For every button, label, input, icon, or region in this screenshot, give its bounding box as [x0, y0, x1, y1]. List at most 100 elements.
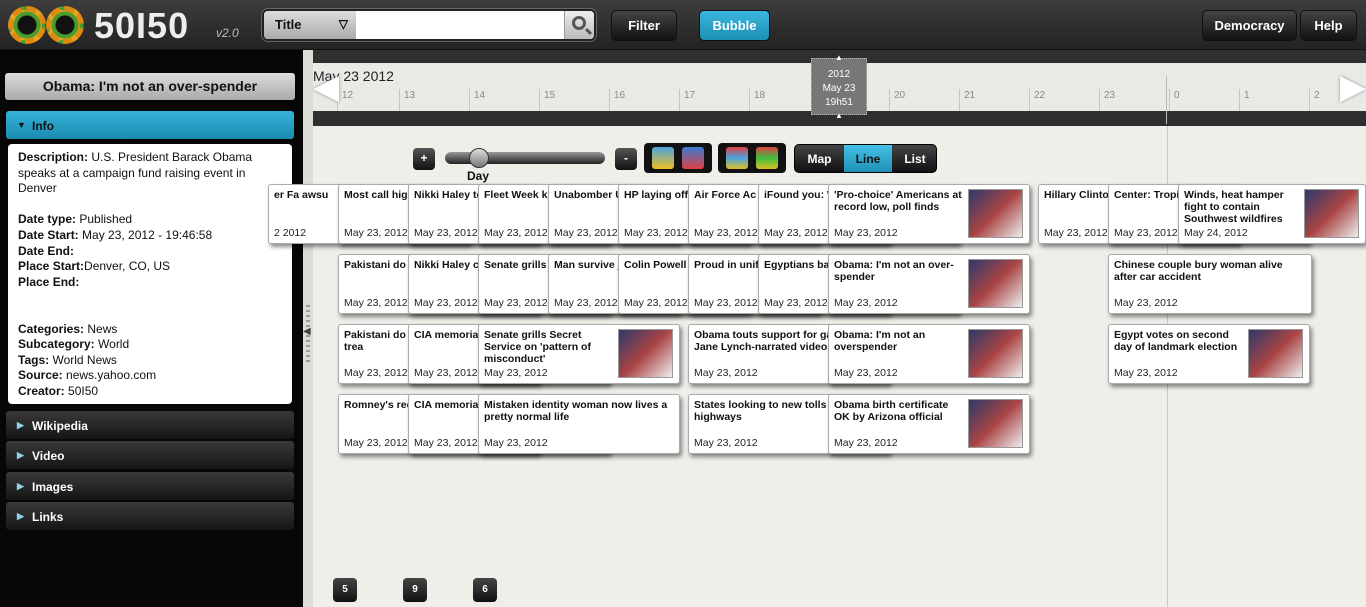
sidebar-splitter[interactable]: ◀: [303, 50, 313, 607]
card-thumbnail: [968, 329, 1023, 378]
card-date: May 23, 2012: [414, 227, 478, 239]
timeline-tick: 23: [1099, 89, 1115, 111]
collapse-arrow-icon[interactable]: ◀: [303, 326, 311, 337]
tags-value: World News: [52, 352, 117, 367]
card-date: May 23, 2012: [344, 367, 408, 379]
card-date: May 23, 2012: [1114, 297, 1178, 309]
triangle-right-icon: ▶: [17, 450, 24, 460]
help-button[interactable]: Help: [1300, 10, 1357, 41]
app-version: v2.0: [216, 26, 239, 40]
cursor-date: May 23: [822, 83, 856, 94]
card-date: May 23, 2012: [554, 227, 618, 239]
card-date: May 23, 2012: [764, 297, 828, 309]
card-date: May 23, 2012: [694, 367, 758, 379]
card-date: May 23, 2012: [484, 227, 548, 239]
target-icon[interactable]: [682, 147, 704, 169]
view-map-button[interactable]: Map: [795, 145, 844, 172]
view-switcher: Map Line List: [794, 144, 937, 173]
card-thumbnail: [968, 189, 1023, 238]
card-thumbnail: [618, 329, 673, 378]
date-start-value: May 23, 2012 - 19:46:58: [82, 227, 213, 242]
gear-icon: [46, 6, 84, 44]
timeline-tick: 17: [679, 89, 695, 111]
card-date: May 23, 2012: [694, 227, 758, 239]
chevron-down-icon: ▽: [338, 17, 348, 31]
card-title: Obama: I'm not an over-spender: [834, 259, 954, 283]
card-date: May 23, 2012: [1114, 367, 1178, 379]
accordion-wikipedia[interactable]: ▶ Wikipedia: [6, 411, 294, 439]
news-card[interactable]: Obama birth certificate OK by Arizona of…: [828, 394, 1030, 454]
card-date: May 23, 2012: [834, 297, 898, 309]
triangle-right-icon: ▶: [17, 420, 24, 430]
accordion-links[interactable]: ▶ Links: [6, 502, 294, 530]
search-icon: [572, 16, 586, 30]
slider-thumb[interactable]: [469, 148, 489, 168]
multi-rows-icon[interactable]: [726, 147, 748, 169]
democracy-button[interactable]: Democracy: [1202, 10, 1297, 41]
timeline-tick: 21: [959, 89, 975, 111]
search-input[interactable]: [356, 11, 566, 39]
card-title: Mistaken identity woman now lives a pret…: [484, 399, 668, 423]
card-title: Egypt votes on second day of landmark el…: [1114, 329, 1238, 353]
news-card[interactable]: Senate grills Secret Service on 'pattern…: [478, 324, 680, 384]
timeline-tick: 14: [469, 89, 485, 111]
news-card[interactable]: Chinese couple bury woman alive after ca…: [1108, 254, 1312, 314]
card-date: May 23, 2012: [344, 227, 408, 239]
triangle-right-icon: ▶: [17, 511, 24, 521]
target-icon[interactable]: [756, 147, 778, 169]
accordion-info[interactable]: ▼ Info: [6, 111, 294, 139]
row-toggle-group: [644, 143, 712, 173]
accordion-video[interactable]: ▶ Video: [6, 441, 294, 469]
search-button[interactable]: [564, 11, 594, 39]
news-card[interactable]: Obama: I'm not an over-spender May 23, 20…: [828, 254, 1030, 314]
timeline-cursor[interactable]: 2012 May 23 19h51: [811, 51, 867, 123]
triangle-down-icon: ▼: [17, 120, 26, 130]
view-list-button[interactable]: List: [892, 145, 936, 172]
news-card[interactable]: Egypt votes on second day of landmark el…: [1108, 324, 1310, 384]
logo-gears-icon: [8, 4, 88, 46]
card-date: May 23, 2012: [694, 437, 758, 449]
zoom-in-button[interactable]: +: [413, 148, 435, 170]
page-count-button[interactable]: 6: [473, 578, 497, 602]
card-thumbnail: [968, 259, 1023, 308]
timeline-tick: 18: [749, 89, 765, 111]
filter-button[interactable]: Filter: [611, 10, 677, 41]
sidebar: Obama: I'm not an over-spender ▼ Info De…: [0, 50, 303, 607]
accordion-label: Wikipedia: [32, 419, 88, 433]
card-date: May 23, 2012: [624, 227, 688, 239]
timeline-prev-arrow-icon[interactable]: ◀: [313, 63, 339, 111]
field-label: Creator:: [18, 383, 65, 398]
zoom-out-button[interactable]: -: [615, 148, 637, 170]
date-type-value: Published: [79, 212, 133, 227]
subcategory-value: World: [98, 337, 130, 352]
accordion-label: Links: [32, 510, 64, 524]
news-card[interactable]: Mistaken identity woman now lives a pret…: [478, 394, 680, 454]
card-thumbnail: [1248, 329, 1303, 378]
zoom-level-label: Day: [467, 169, 490, 183]
card-date: May 23, 2012: [834, 437, 898, 449]
page-count-button[interactable]: 9: [403, 578, 427, 602]
search-type-select[interactable]: Title ▽: [264, 11, 356, 39]
news-card[interactable]: 'Pro-choice' Americans at record low, po…: [828, 184, 1030, 244]
cursor-time: 19h51: [825, 97, 853, 108]
search-type-label: Title: [275, 17, 302, 32]
news-card[interactable]: Obama: I'm not an overspender May 23, 201…: [828, 324, 1030, 384]
zoom-slider[interactable]: [445, 148, 605, 168]
accordion-label: Video: [32, 449, 65, 463]
field-label: Date type:: [18, 212, 77, 227]
gear-icon: [8, 6, 46, 44]
timeline-next-arrow-icon[interactable]: ▶: [1340, 63, 1366, 111]
timeline-tick: 15: [539, 89, 555, 111]
accordion-images[interactable]: ▶ Images: [6, 472, 294, 500]
card-title: Obama birth certificate OK by Arizona of…: [834, 399, 949, 423]
bubble-button[interactable]: Bubble: [699, 10, 770, 41]
field-label: Subcategory:: [18, 337, 95, 352]
view-line-button[interactable]: Line: [844, 145, 892, 172]
card-date: May 23, 2012: [484, 367, 548, 379]
timeline: May 23 2012 12 13 14 15 16 17 18 19 20 2…: [313, 50, 1366, 126]
card-title: Senate grills Secret Service on 'pattern…: [484, 329, 591, 365]
news-card[interactable]: Winds, heat hamper fight to contain Sout…: [1178, 184, 1366, 244]
three-rows-icon[interactable]: [652, 147, 674, 169]
page-count-button[interactable]: 5: [333, 578, 357, 602]
field-label: Place End:: [18, 274, 80, 289]
